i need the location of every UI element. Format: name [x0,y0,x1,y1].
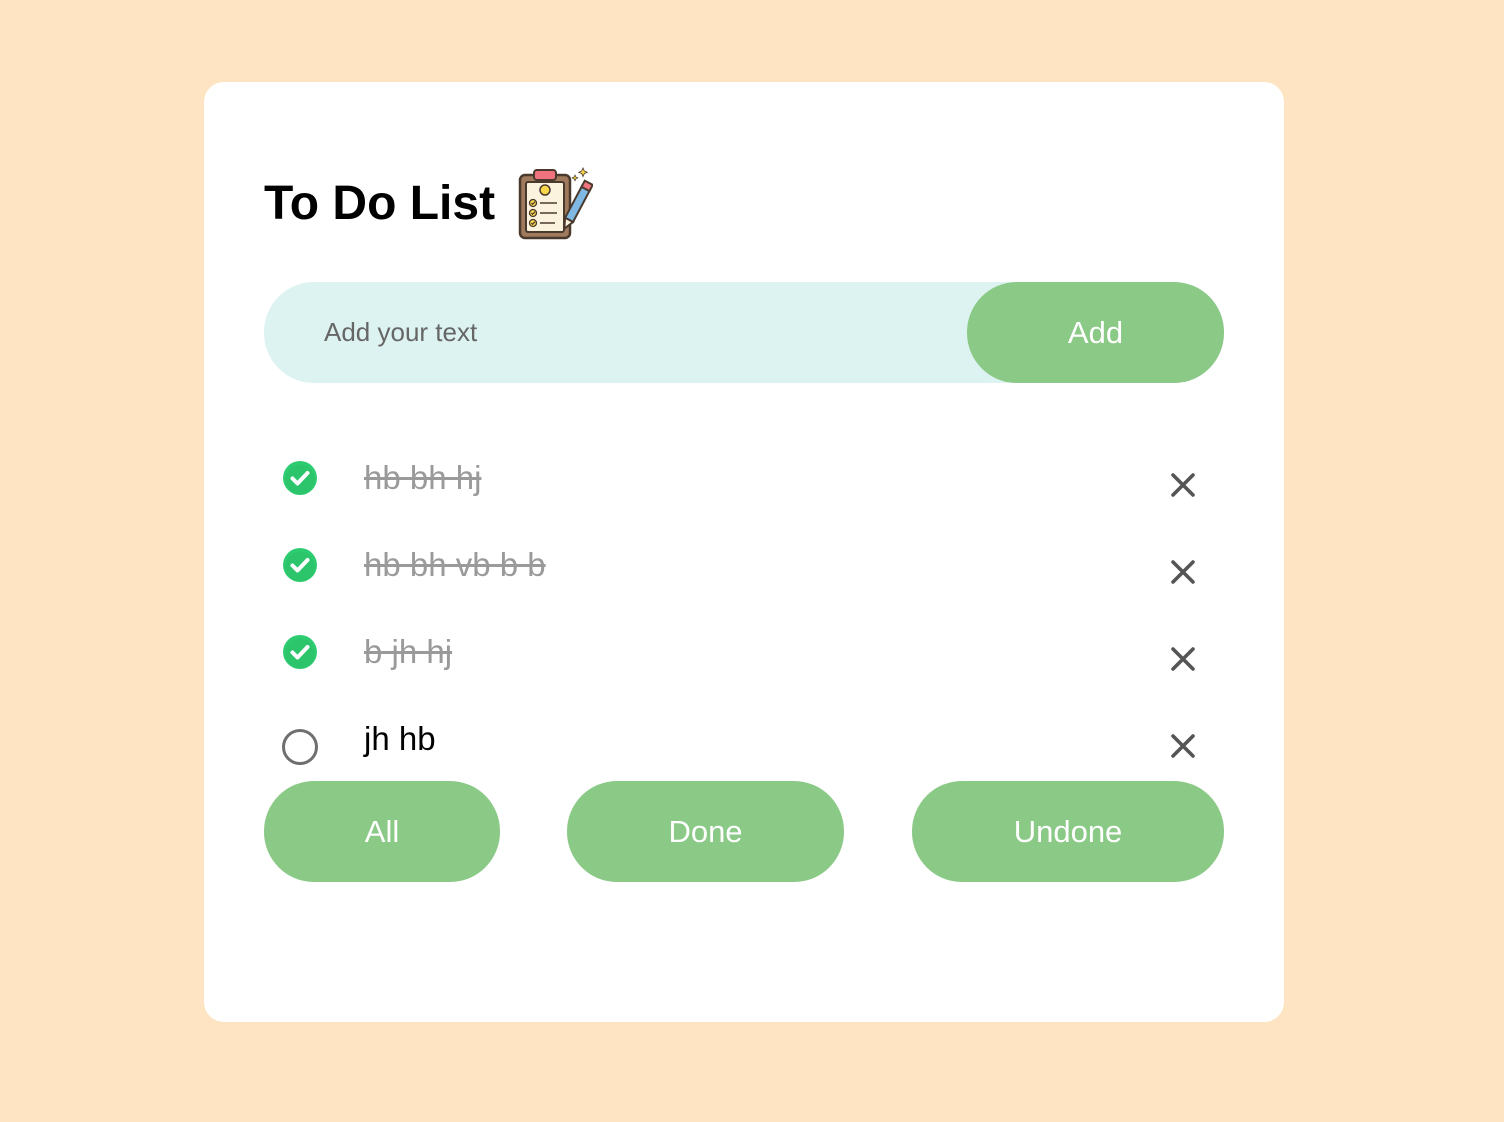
task-input[interactable] [264,282,964,383]
checked-circle-icon[interactable] [282,634,318,670]
header: To Do List [264,166,594,242]
checked-circle-icon[interactable] [282,460,318,496]
filter-done-button[interactable]: Done [567,781,844,882]
filter-undone-button[interactable]: Undone [912,781,1224,882]
close-icon[interactable] [1170,559,1196,585]
list-item: hb bh hj [264,432,1224,512]
page-title: To Do List [264,177,496,230]
list-item: b jh hj [264,606,1224,686]
close-icon[interactable] [1170,472,1196,498]
close-icon[interactable] [1170,733,1196,759]
todo-text: hb bh hj [364,459,482,496]
add-task-row: Add [264,282,1224,383]
checked-circle-icon[interactable] [282,547,318,583]
todo-text: hb bh vb b b [364,546,546,583]
list-item: jh hb [264,693,1224,773]
close-icon[interactable] [1170,646,1196,672]
list-item: hb bh vb b b [264,519,1224,599]
todo-text: jh hb [364,720,436,757]
unchecked-circle-icon[interactable] [282,729,318,765]
filter-all-button[interactable]: All [264,781,500,882]
todo-text: b jh hj [364,633,453,670]
add-button[interactable]: Add [967,282,1224,383]
todo-card: To Do List Add your text Add hb bh hj hb… [204,82,1284,1022]
clipboard-checklist-icon [518,166,594,240]
